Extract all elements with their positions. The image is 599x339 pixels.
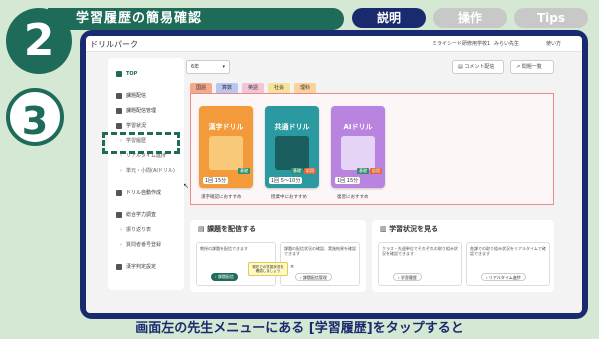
tab-science[interactable]: 理科 (294, 83, 316, 93)
card-text: クラス・先週単位でそれぞれの取り組み状況を確認できます (382, 246, 458, 256)
drill-title: 漢字ドリル (208, 123, 244, 131)
sidebar-item-assign-manage[interactable]: 課題配信管理 (108, 103, 184, 118)
panel-title: ▤ 課題を配信する (198, 225, 257, 233)
assign-manage-button[interactable]: › 課題配信管理 (295, 273, 332, 281)
sidebar-item-review[interactable]: › 振り返り表 (108, 222, 184, 237)
drill-meta: 1回 5〜10分 (269, 177, 303, 184)
home-icon (116, 70, 122, 77)
help-link[interactable]: 使い方 (546, 40, 561, 47)
drill-title: 共通ドリル (274, 123, 310, 131)
sidebar-item-label: 振り返り表 (126, 227, 152, 233)
assign-icon (116, 92, 122, 99)
sidebar-item-label: 質問者番号登録 (126, 242, 162, 248)
app-header: ドリルパーク ミライシード研修用学校1 みらい先生 使い方 (86, 36, 582, 52)
sidebar-item-label: 総合学力調査 (126, 212, 157, 218)
robot-illustration-icon (341, 136, 375, 170)
sidebar-item-label: ドリル自動作成 (126, 190, 162, 196)
assign-panel: ▤ 課題を配信する 教授の課題を配信できます › 課題配信 課題の配信状況の確認… (190, 220, 366, 292)
assign-panel-icon: ▤ (198, 225, 208, 233)
tag-advanced: 応用 (304, 168, 316, 174)
tab-math[interactable]: 算数 (216, 83, 238, 93)
grade-select-value: 6年 (191, 64, 200, 70)
comment-button[interactable]: ▤ コメント配信 (452, 60, 504, 74)
realtime-card: 各課での取り組み状況をリアルタイムで確認できます › リアルタイム進捗 (466, 242, 550, 286)
caption-subtitle: 画面左の先生メニューにある [学習履歴]をタップすると (0, 319, 599, 339)
drill-card-ai[interactable]: AIドリル 基礎 応用 1回 15分 (331, 106, 385, 188)
tag-advanced: 応用 (370, 168, 382, 174)
comment-button-label: コメント配信 (464, 64, 495, 70)
drill-meta: 1回 15分 (335, 177, 361, 184)
highlight-history-box (102, 132, 180, 154)
questions-button[interactable]: ↗ 問題一覧 (510, 60, 554, 74)
pencil-icon (116, 189, 122, 196)
tab-explanation[interactable]: 説明 (352, 8, 426, 28)
sidebar-item-label: 漢字判定設定 (126, 264, 157, 270)
drill-panel: 漢字ドリル 基礎 1回 15分 漢字確認におすすめ 共通ドリル 基礎 応用 1回 … (190, 93, 554, 205)
survey-icon (116, 211, 122, 218)
sidebar-item-kanji-setting[interactable]: 漢字判定設定 (108, 259, 184, 274)
drill-card-kanji[interactable]: 漢字ドリル 基礎 1回 15分 (199, 106, 253, 188)
questions-button-label: 問題一覧 (521, 64, 542, 70)
card-text: 教授の課題を配信できます (200, 246, 248, 251)
sidebar-item-label: 単元・小問(AIドリル) (126, 168, 175, 174)
sidebar-item-register[interactable]: › 質問者番号登録 (108, 237, 184, 252)
pointer-cursor-icon: ↖ (183, 182, 189, 190)
tag-basic: 基礎 (238, 168, 250, 174)
subject-tabs: 国語 算数 英語 社会 理科 (190, 83, 316, 93)
section-title: 学習履歴の簡易確認 (48, 8, 344, 30)
teacher-sidebar: TOP 課題配信 課題配信管理 学習状況 › 学習履歴 › リアルタイム進捗 › 単元… (108, 58, 184, 290)
mode-tabs: 説明 操作 Tips (352, 8, 588, 28)
realtime-button[interactable]: › リアルタイム進捗 (481, 273, 526, 281)
assign-button[interactable]: › 課題配信 (211, 273, 238, 281)
sidebar-item-assign[interactable]: 課題配信 (108, 88, 184, 103)
kanji-illustration-icon (209, 136, 243, 170)
drill-title: AIドリル (343, 123, 373, 131)
close-icon[interactable]: × (290, 264, 294, 270)
app-logo: ドリルパーク (90, 40, 138, 49)
sidebar-item-label: 課題配信 (126, 93, 147, 99)
step-number-sub: 3 (6, 88, 64, 146)
sidebar-item-auto-drill[interactable]: ドリル自動作成 (108, 185, 184, 200)
tag-basic: 基礎 (291, 168, 303, 174)
sidebar-item-learning-status[interactable]: 学習状況 (108, 118, 184, 133)
status-panel: ▥ 学習状況を見る クラス・先週単位でそれぞれの取り組み状況を確認できます › … (372, 220, 554, 292)
sidebar-item-survey[interactable]: 総合学力調査 (108, 207, 184, 222)
card-text: 課題の配信状況の確認、実施結果を確認できます (284, 246, 356, 256)
chart-icon (116, 122, 122, 129)
drill-meta: 1回 15分 (203, 177, 229, 184)
sidebar-item-units[interactable]: › 単元・小問(AIドリル) (108, 163, 184, 178)
grade-select[interactable]: 6年 ▾ (186, 60, 230, 74)
card-text: 各課での取り組み状況をリアルタイムで確認できます (470, 246, 546, 256)
sidebar-item-top[interactable]: TOP (108, 66, 184, 81)
sidebar-item-label: 学習状況 (126, 123, 147, 129)
chevron-down-icon: ▾ (222, 64, 225, 70)
drill-caption: 復習におすすめ (337, 195, 369, 200)
tab-japanese[interactable]: 国語 (190, 83, 212, 93)
chevron-right-icon: › (120, 226, 122, 233)
panel-title: ▥ 学習状況を見る (380, 225, 439, 233)
drill-caption: 漢字確認におすすめ (201, 195, 242, 200)
chevron-right-icon: › (120, 241, 122, 248)
status-panel-icon: ▥ (380, 225, 390, 233)
manage-icon (116, 107, 122, 114)
hint-tooltip: 現在での学習状況を確認しましょう (248, 262, 288, 276)
drill-card-common[interactable]: 共通ドリル 基礎 応用 1回 5〜10分 (265, 106, 319, 188)
blackboard-illustration-icon (275, 136, 309, 170)
sidebar-item-label: TOP (126, 70, 138, 77)
tab-english[interactable]: 英語 (242, 83, 264, 93)
tab-operation[interactable]: 操作 (433, 8, 507, 28)
history-card: クラス・先週単位でそれぞれの取り組み状況を確認できます › 学習履歴 (378, 242, 462, 286)
school-name: ミライシード研修用学校1 (432, 41, 491, 47)
user-name[interactable]: みらい先生 (494, 40, 519, 47)
sidebar-item-label: 課題配信管理 (126, 108, 157, 114)
tab-tips[interactable]: Tips (514, 8, 588, 28)
chevron-right-icon: › (120, 167, 122, 174)
history-button[interactable]: › 学習履歴 (393, 273, 422, 281)
tag-basic: 基礎 (357, 168, 369, 174)
drill-caption: 授業中におすすめ (271, 195, 307, 200)
step-number-main: 2 (6, 8, 72, 74)
tab-social[interactable]: 社会 (268, 83, 290, 93)
check-icon (116, 263, 122, 270)
